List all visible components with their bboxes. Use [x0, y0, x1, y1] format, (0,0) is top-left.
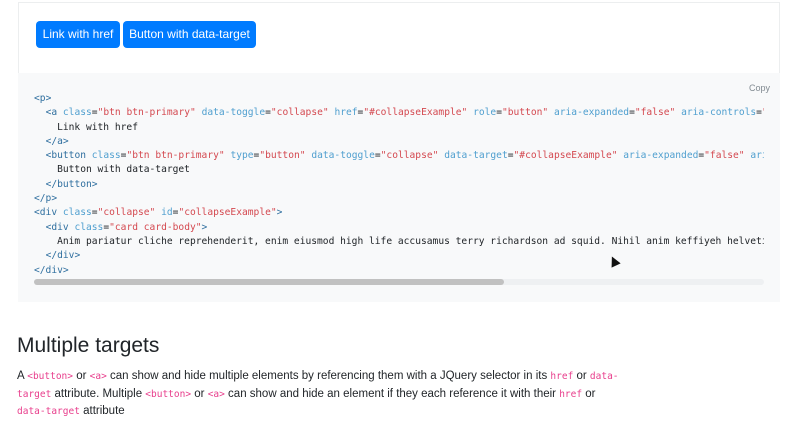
- scrollbar-thumb[interactable]: [34, 279, 504, 285]
- text-segment: can show and hide an element if they eac…: [224, 387, 560, 400]
- inline-code: <a>: [89, 371, 107, 382]
- button-with-data-target[interactable]: Button with data-target: [123, 21, 256, 48]
- code-line: </div>: [45, 250, 81, 262]
- code-line: Anim pariatur cliche reprehenderit, enim…: [34, 235, 764, 247]
- text-segment: can show and hide multiple elements by r…: [106, 370, 551, 382]
- inline-code: <button>: [145, 388, 192, 400]
- inline-code: <a>: [207, 388, 225, 400]
- inline-code: data-target: [17, 406, 80, 417]
- inline-code: href: [559, 388, 583, 400]
- text-segment: or: [582, 387, 596, 400]
- text-segment: or: [191, 387, 208, 400]
- code-line: <div class="collapse" id="collapseExampl…: [34, 207, 283, 219]
- code-viewport[interactable]: <p> <a class="btn btn-primary" data-togg…: [34, 92, 764, 280]
- text-segment: A: [17, 370, 28, 382]
- inline-code: <button>: [27, 371, 73, 382]
- section-paragraph: A <button> or <a> can show and hide mult…: [17, 368, 627, 421]
- code-line: </a>: [45, 135, 69, 147]
- code-line: <button class="btn btn-primary" type="bu…: [45, 150, 764, 162]
- inline-code: href: [550, 371, 574, 382]
- code-line: </button>: [45, 178, 98, 190]
- code-listing: <p> <a class="btn btn-primary" data-togg…: [34, 92, 764, 278]
- code-line: <div class="card card-body">: [45, 221, 208, 233]
- link-with-href-button[interactable]: Link with href: [36, 21, 120, 48]
- example-preview: Link with href Button with data-target: [18, 2, 780, 73]
- horizontal-scrollbar[interactable]: [34, 279, 764, 285]
- code-line: </div>: [34, 264, 69, 276]
- code-block: Copy <p> <a class="btn btn-primary" data…: [18, 73, 780, 302]
- code-line: Button with data-target: [34, 164, 190, 176]
- code-line: <a class="btn btn-primary" data-toggle="…: [45, 107, 764, 119]
- section-heading: Multiple targets: [17, 334, 160, 357]
- code-line: <p>: [34, 93, 52, 104]
- code-line: </p>: [34, 193, 58, 205]
- text-segment: attribute: [79, 405, 125, 417]
- text-segment: or: [73, 370, 90, 382]
- text-segment: or: [573, 370, 590, 382]
- code-line: Link with href: [34, 121, 138, 133]
- text-segment: attribute. Multiple: [51, 387, 146, 400]
